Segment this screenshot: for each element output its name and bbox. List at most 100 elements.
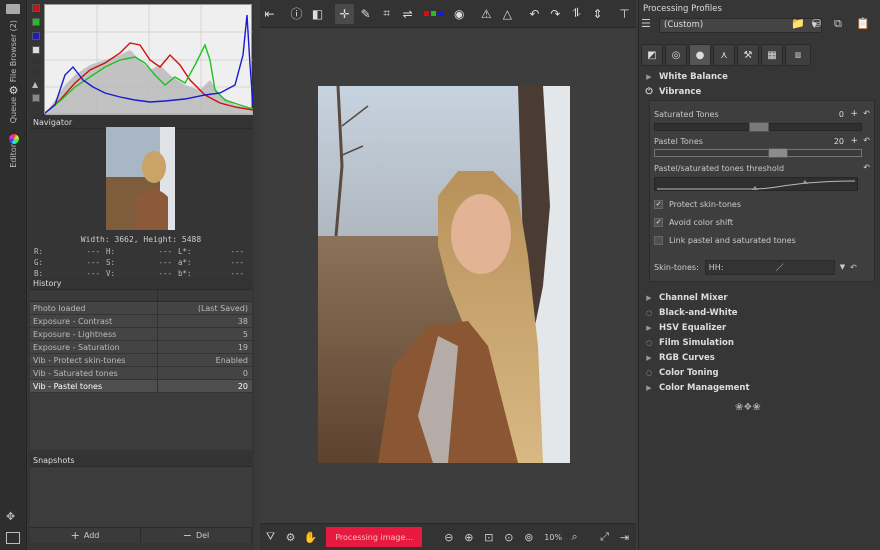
save-icon[interactable]: ⛛ [262,528,279,546]
navigator-thumbnail[interactable] [106,127,175,230]
straighten-icon[interactable]: ⇌ [398,4,417,24]
hide-right-panel-icon[interactable]: ⇥ [616,528,633,546]
filmstrip-icon[interactable] [6,532,20,544]
color-picker-icon[interactable]: ✎ [356,4,375,24]
history-row[interactable]: Exposure - Contrast 38 [30,315,252,328]
pastel-tones-value[interactable]: 20 [834,137,844,146]
history-row-selected[interactable]: Vib - Pastel tones 20 [30,380,252,393]
section-color-toning[interactable]: ○ Color Toning [643,366,875,380]
reset-icon[interactable]: ↶ [863,109,870,118]
detail-window-icon[interactable]: ⌕ [566,528,583,546]
hide-left-panel-icon[interactable]: ⇤ [260,4,279,24]
hand-tool-icon[interactable]: ✛ [335,3,355,24]
copy-profile-icon[interactable]: ⧉ [834,17,850,33]
slider-thumb[interactable] [767,148,788,158]
paste-profile-icon[interactable]: 📋 [856,17,872,33]
saturated-tones-spin[interactable]: + [850,109,858,119]
highlight-clip-icon[interactable]: △ [498,4,517,24]
shadow-clip-icon[interactable]: ⚠ [477,4,496,24]
threshold-curve[interactable] [654,177,858,191]
profile-list-icon[interactable]: ☰ [641,17,657,33]
section-color-management[interactable]: ▶ Color Management [643,381,875,395]
history-row[interactable]: Photo loaded (Last Saved) [30,302,252,315]
history-row[interactable]: Vib - Saturated tones 0 [30,367,252,380]
zoom-in-icon[interactable]: ⊕ [460,528,477,546]
tab-transform[interactable]: ⚒ [737,44,759,66]
tab-exposure[interactable]: ◩ [641,44,663,66]
zoom-crop-icon[interactable]: ⊚ [520,528,537,546]
pastel-tones-slider[interactable] [654,148,862,158]
move-icon[interactable]: ✥ [6,510,15,523]
reset-icon[interactable]: ↶ [863,163,870,172]
green-channel-toggle[interactable] [32,18,40,26]
hide-top-panel-icon[interactable]: ⊤ [615,4,634,24]
rotate-left-icon[interactable]: ↶ [525,4,544,24]
zoom-out-icon[interactable]: ⊖ [440,528,457,546]
red-channel-toggle[interactable] [32,4,40,12]
image-canvas[interactable] [260,28,636,523]
luminance-toggle[interactable] [32,46,40,54]
section-hsv-equalizer[interactable]: ▶ HSV Equalizer [643,321,875,335]
power-icon[interactable]: ⏻ [643,87,655,97]
section-black-and-white[interactable]: ○ Black-and-White [643,306,875,320]
history-row-value: 19 [237,343,248,352]
queue-add-icon[interactable]: ⚙ [282,528,299,546]
tab-color[interactable]: ● [689,44,711,66]
open-profile-icon[interactable]: 📁 [791,17,807,33]
history-row[interactable]: Exposure - Saturation 19 [30,341,252,354]
tab-metadata[interactable]: ▥ [785,44,811,66]
power-off-icon[interactable]: ○ [643,369,655,377]
section-white-balance[interactable]: ▶ White Balance [643,70,875,84]
delete-snapshot-button[interactable]: − Del [141,528,252,543]
add-snapshot-button[interactable]: + Add [30,528,141,543]
flip-vertical-icon[interactable]: ⇕ [588,4,607,24]
protect-skin-tones-checkbox[interactable]: ✓ Protect skin-tones [654,200,741,209]
saturated-tones-slider[interactable] [654,122,862,132]
power-off-icon[interactable]: ○ [643,339,655,347]
tab-editor[interactable]: Editor [2,134,25,168]
bar-mode-toggle[interactable] [32,94,40,102]
save-profile-icon[interactable]: ⛁ [812,17,828,33]
flip-horizontal-icon[interactable]: ⥮ [567,4,586,24]
rotate-right-icon[interactable]: ↷ [546,4,565,24]
section-label: RGB Curves [659,353,715,363]
triangle-icon[interactable]: ▲ [32,80,40,89]
tab-file-browser[interactable]: File Browser (2) [2,20,25,82]
fullscreen-icon[interactable]: ⤢ [596,528,613,546]
section-channel-mixer[interactable]: ▶ Channel Mixer [643,291,875,305]
checkbox-box[interactable]: ✓ [654,218,663,227]
slider-thumb[interactable] [749,122,769,132]
history-row[interactable]: Exposure - Lightness 5 [30,328,252,341]
top-panel-icon[interactable] [6,4,20,14]
tab-raw[interactable]: ▦ [761,44,783,66]
avoid-color-shift-checkbox[interactable]: ✓ Avoid color shift [654,218,733,227]
info-icon[interactable]: ⓘ [287,4,306,24]
before-after-icon[interactable]: ◧ [308,4,327,24]
crop-icon[interactable]: ⌗ [377,4,396,24]
reset-icon[interactable]: ↶ [863,136,870,145]
raw-toggle[interactable] [32,70,40,74]
zoom-fit-icon[interactable]: ⊡ [480,528,497,546]
section-vibrance[interactable]: ⏻ Vibrance [643,85,875,99]
pastel-tones-spin[interactable]: + [850,136,858,146]
checkbox-box[interactable] [654,236,663,245]
blue-channel-toggle[interactable] [32,32,40,40]
skin-tones-curve-button[interactable]: HH: ／ [704,259,835,275]
section-rgb-curves[interactable]: ▶ RGB Curves [643,351,875,365]
checkbox-box[interactable]: ✓ [654,200,663,209]
external-editor-icon[interactable]: ✋ [302,528,319,546]
chevron-down-icon[interactable]: ▼ [840,263,845,271]
zoom-100-icon[interactable]: ⊙ [500,528,517,546]
tab-wavelet[interactable]: ⋏ [713,44,735,66]
link-tones-checkbox[interactable]: Link pastel and saturated tones [654,236,796,245]
power-off-icon[interactable]: ○ [643,309,655,317]
tab-detail[interactable]: ◎ [665,44,687,66]
saturated-tones-value[interactable]: 0 [839,110,844,119]
history-row[interactable]: Vib - Protect skin-tones Enabled [30,354,252,367]
preview-channels-icon[interactable] [419,4,448,24]
section-film-simulation[interactable]: ○ Film Simulation [643,336,875,350]
tab-queue[interactable]: ⚙ Queue [2,84,25,123]
focus-mask-icon[interactable]: ◉ [450,4,469,24]
reset-icon[interactable]: ↶ [850,263,857,272]
chroma-toggle[interactable] [32,60,40,64]
